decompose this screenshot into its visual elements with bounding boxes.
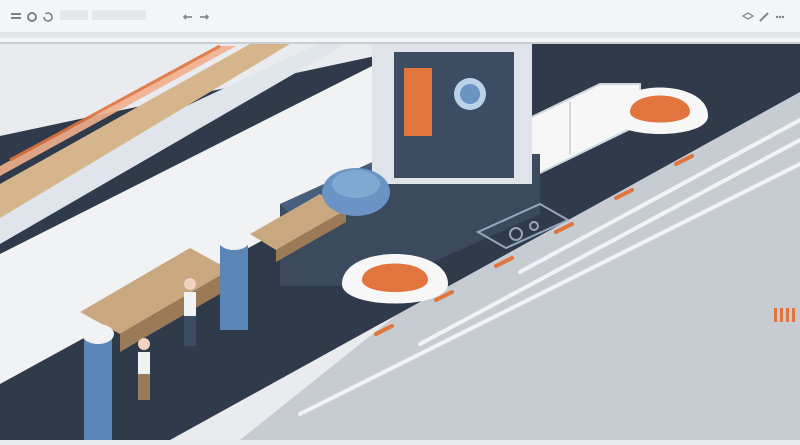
pillar-left	[82, 324, 114, 440]
toolbar-label-stub	[60, 10, 88, 20]
illustration-viewport	[0, 4, 800, 440]
pillar-mid	[218, 230, 250, 330]
undo-icon[interactable]	[182, 10, 194, 22]
person-2	[138, 338, 150, 400]
tools-icon[interactable]	[758, 10, 770, 22]
toolbar-bottom-track	[0, 32, 800, 38]
settings-icon[interactable]	[26, 10, 38, 22]
right-edge-ticks	[774, 308, 795, 322]
toolbar-row	[0, 6, 800, 38]
person-1	[184, 278, 196, 346]
central-orange-panel	[404, 68, 432, 136]
more-icon[interactable]	[774, 10, 786, 22]
toolbar-label-stub	[92, 10, 146, 20]
layers-icon[interactable]	[741, 10, 755, 22]
refresh-icon[interactable]	[42, 10, 54, 22]
isometric-scene-svg	[0, 4, 800, 440]
redo-icon[interactable]	[198, 10, 210, 22]
top-toolbar	[0, 0, 800, 44]
app-menu-icon[interactable]	[10, 10, 22, 22]
